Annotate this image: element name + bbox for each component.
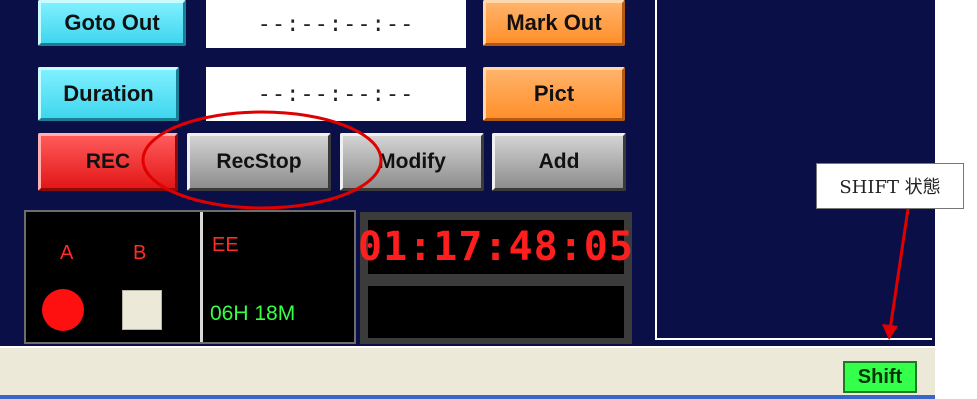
modify-button[interactable]: Modify	[340, 133, 484, 191]
goto-out-button[interactable]: Goto Out	[38, 0, 186, 46]
shift-indicator-button[interactable]: Shift	[843, 361, 917, 393]
duration-button[interactable]: Duration	[38, 67, 179, 121]
rec-button[interactable]: REC	[38, 133, 178, 191]
pict-button[interactable]: Pict	[483, 67, 625, 121]
mode-label: EE	[212, 234, 239, 256]
timecode-frame: 01:17:48:05	[358, 212, 633, 344]
add-button[interactable]: Add	[492, 133, 626, 191]
status-bar: Shift	[0, 346, 935, 399]
vtr-control-window: Goto Out --:--:--:-- Mark Out Duration -…	[0, 0, 935, 346]
recorder-status-panel: A B EE 06H 18M	[24, 210, 356, 344]
secondary-display	[368, 286, 624, 338]
duration-timecode-field[interactable]: --:--:--:--	[206, 67, 466, 121]
goto-out-timecode-field[interactable]: --:--:--:--	[206, 0, 466, 48]
channel-a-label: A	[60, 242, 74, 264]
shift-state-callout: SHIFT 状態	[816, 163, 964, 209]
channel-a-record-indicator	[42, 289, 84, 331]
status-bar-bottom-line	[0, 395, 935, 399]
remaining-time-label: 06H 18M	[210, 302, 296, 325]
recstop-button[interactable]: RecStop	[187, 133, 331, 191]
timecode-display: 01:17:48:05	[358, 220, 633, 274]
channel-b-stop-indicator	[122, 290, 162, 330]
status-divider	[200, 212, 203, 342]
channel-b-label: B	[133, 242, 147, 264]
mark-out-button[interactable]: Mark Out	[483, 0, 625, 46]
